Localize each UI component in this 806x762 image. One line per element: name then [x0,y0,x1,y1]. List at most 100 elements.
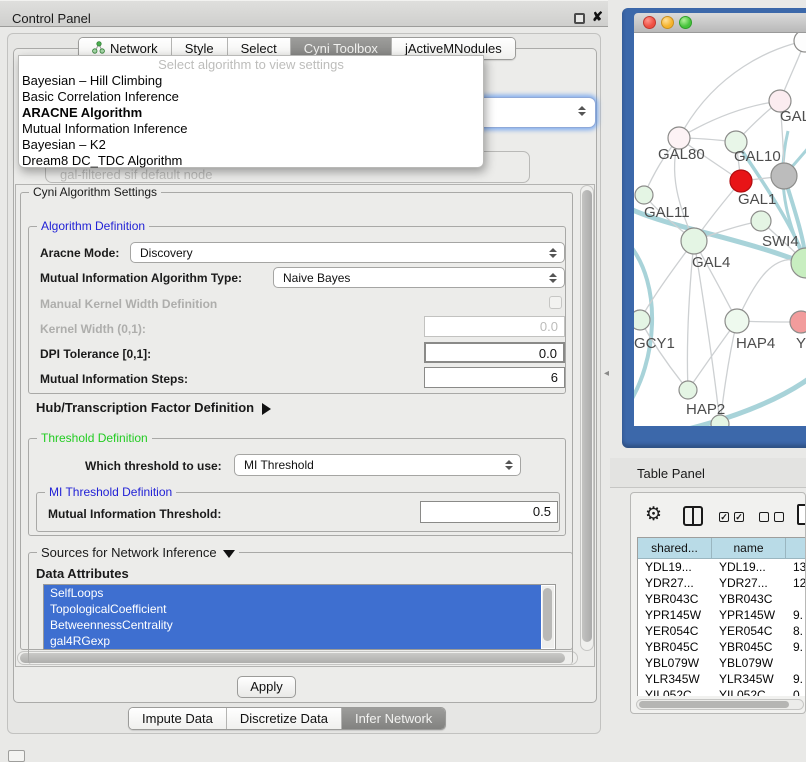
cell: 12 [786,575,806,591]
node-hap4[interactable] [725,309,749,333]
list-scrollbar-thumb[interactable] [543,588,552,641]
kernel-width-field[interactable]: 0.0 [424,316,565,337]
cell: YDL19... [638,559,712,575]
checked-checkbox-icon[interactable]: ✓ [734,512,744,522]
node-label-hap2: HAP2 [686,401,725,418]
hub-definition-label: Hub/Transcription Factor Definition [36,400,254,415]
table-row[interactable]: YBR045CYBR045C9. [638,639,806,655]
dropdown-item-mutual-information[interactable]: Mutual Information Inference [19,121,483,137]
hub-definition-toggle[interactable]: Hub/Transcription Factor Definition [36,400,271,415]
manual-kernel-label: Manual Kernel Width Definition [40,297,217,311]
node-gcy1[interactable] [634,310,650,330]
list-item-selfloops[interactable]: SelfLoops [44,585,541,601]
node-label-gcy1: GCY1 [634,335,675,352]
network-window-titlebar[interactable] [634,13,806,33]
table-scrollbar-thumb[interactable] [639,701,789,708]
close-panel-icon[interactable]: ✘ [592,9,603,25]
dropdown-item-basic-correlation[interactable]: Basic Correlation Inference [19,89,483,105]
close-window-icon[interactable] [643,16,656,29]
which-threshold-combobox[interactable]: MI Threshold [234,454,521,476]
cell: YBR045C [712,639,786,655]
cell: 9. [786,607,806,623]
minimize-window-icon[interactable] [661,16,674,29]
table-row[interactable]: YDR27...YDR27...12 [638,575,806,591]
node-label-gal-cut: GAL [780,108,806,125]
mi-type-combobox[interactable]: Naive Bayes [273,267,565,288]
combo-arrows-icon [501,460,517,470]
cell: 8. [786,623,806,639]
table-row[interactable]: YLR345WYLR345W9. [638,671,806,687]
node-gal1[interactable] [730,170,752,192]
cell: YBR043C [712,591,786,607]
node-swi4[interactable] [751,211,771,231]
mi-steps-field[interactable]: 6 [424,367,565,388]
columns-icon[interactable] [683,506,703,526]
tab-infer-network-label: Infer Network [355,711,432,726]
aracne-mode-value: Discovery [140,246,193,260]
node-label-gal4: GAL4 [692,254,730,271]
cell: YIL052C [712,687,786,696]
table-row[interactable]: YDL19...YDL19...13 [638,559,806,575]
table-panel-box: ⚙ ✓ ✓ shared... name YDL19...YDL19...13 … [630,492,806,714]
node-hap2[interactable] [679,381,697,399]
dropdown-item-bayesian-hill[interactable]: Bayesian – Hill Climbing [19,73,483,89]
table-toolbar: ⚙ ✓ ✓ [631,493,805,537]
tab-discretize-data[interactable]: Discretize Data [226,708,341,729]
unchecked-checkbox-icon[interactable] [774,512,784,522]
settings-vertical-scrollbar[interactable] [580,185,594,651]
table-row[interactable]: YBL079WYBL079W [638,655,806,671]
minimized-panel-icon[interactable] [8,750,25,762]
apply-button[interactable]: Apply [237,676,296,698]
unchecked-checkbox-icon[interactable] [759,512,769,522]
column-header-name[interactable]: name [712,538,786,559]
list-item-topologicalcoefficient[interactable]: TopologicalCoefficient [44,601,541,617]
threshold-definition-title: Threshold Definition [37,431,152,445]
table-horizontal-scrollbar[interactable] [636,699,804,710]
table-row[interactable]: YBR043CYBR043C [638,591,806,607]
node-gal4[interactable] [681,228,707,254]
tab-discretize-data-label: Discretize Data [240,711,328,726]
vertical-scrollbar-thumb[interactable] [582,190,592,642]
mi-threshold-field[interactable]: 0.5 [420,501,558,523]
dropdown-item-aracne[interactable]: ARACNE Algorithm [19,105,483,121]
cell: YER054C [712,623,786,639]
cell: YBR043C [638,591,712,607]
tab-cyni-toolbox-label: Cyni Toolbox [304,41,378,56]
list-item-betweennesscentrality[interactable]: BetweennessCentrality [44,617,541,633]
data-attributes-list[interactable]: SelfLoops TopologicalCoefficient Between… [43,584,556,650]
node-gray[interactable] [771,163,797,189]
column-header-third[interactable] [786,538,806,559]
table-row[interactable]: YPR145WYPR145W9. [638,607,806,623]
gear-icon[interactable]: ⚙ [645,503,662,526]
dpi-tolerance-field[interactable]: 0.0 [424,342,565,363]
node-unlabeled-top[interactable] [794,33,806,52]
cell: 0. [786,687,806,696]
dropdown-item-dream8[interactable]: Dream8 DC_TDC Algorithm [19,153,483,169]
tab-infer-network[interactable]: Infer Network [341,708,445,729]
node-gal11[interactable] [635,186,653,204]
node-label-gal10: GAL10 [734,148,781,165]
panel-splitter-handle[interactable]: ◂ [604,368,609,379]
list-item-gal4rgexp[interactable]: gal4RGexp [44,633,541,649]
aracne-mode-combobox[interactable]: Discovery [130,242,565,263]
node-labels: GAL GAL80 GAL10 GAL1 GAL11 SWI4 GAL4 GCY… [634,108,806,418]
cell: YBR045C [638,639,712,655]
network-canvas[interactable]: GAL GAL80 GAL10 GAL1 GAL11 SWI4 GAL4 GCY… [634,33,806,426]
table-row[interactable]: YER054CYER054C8. [638,623,806,639]
algorithm-definition-title: Algorithm Definition [37,219,149,233]
float-panel-icon[interactable] [574,13,585,24]
node-right-large[interactable] [791,248,806,278]
manual-kernel-checkbox[interactable] [549,296,562,309]
zoom-window-icon[interactable] [679,16,692,29]
column-header-shared[interactable]: shared... [638,538,712,559]
dropdown-item-bayesian-k2[interactable]: Bayesian – K2 [19,137,483,153]
table-row[interactable]: YIL052CYIL052C0. [638,687,806,696]
sources-group-title[interactable]: Sources for Network Inference [37,545,239,560]
node-label-hap4: HAP4 [736,335,775,352]
combo-arrows-icon [545,248,561,258]
node-y-cut[interactable] [790,311,806,333]
checked-checkbox-icon[interactable]: ✓ [719,512,729,522]
list-vertical-scrollbar[interactable] [542,586,554,648]
tab-impute-data[interactable]: Impute Data [129,708,226,729]
document-icon[interactable] [797,504,806,525]
